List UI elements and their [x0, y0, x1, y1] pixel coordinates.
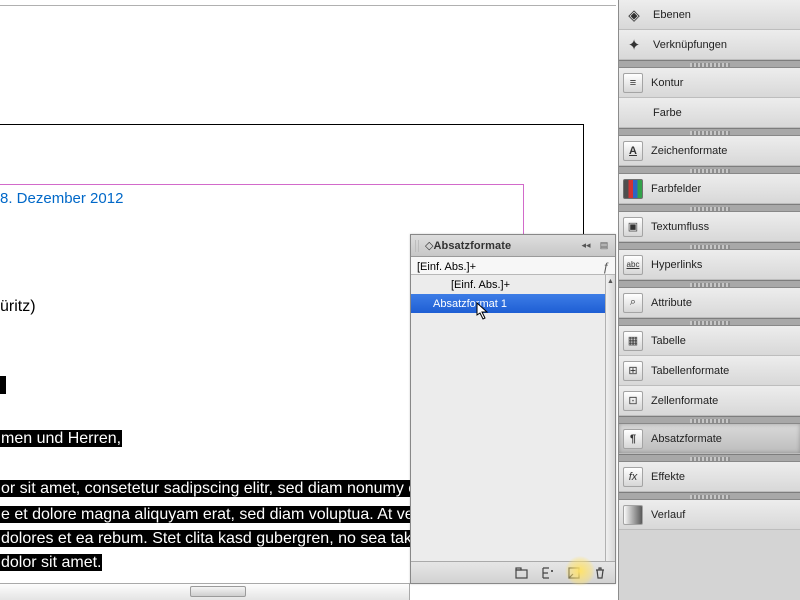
panel-titlebar[interactable]: ◇ Absatzformate ◂◂ ▤ — [411, 235, 615, 257]
text-body-2[interactable]: e et dolore magna aliquyam erat, sed dia… — [0, 506, 442, 524]
dock-item-zeichenformate[interactable]: A Zeichenformate — [619, 136, 800, 166]
panel-title: Absatzformate — [433, 240, 511, 252]
scroll-up-icon[interactable]: ▲ — [606, 275, 615, 287]
dock-item-label: Tabellenformate — [651, 365, 729, 377]
current-style-label: [Einf. Abs.]+ — [417, 261, 476, 273]
dock-item-zellenformate[interactable]: ⊡ Zellenformate — [619, 386, 800, 416]
override-indicator-icon: ƒ — [602, 260, 609, 274]
dock-item-label: Zeichenformate — [651, 145, 727, 157]
dock-item-label: Verlauf — [651, 509, 685, 521]
dock-item-label: Textumfluss — [651, 221, 709, 233]
text-body-3[interactable]: dolores et ea rebum. Stet clita kasd gub… — [0, 530, 443, 548]
dock-item-label: Tabelle — [651, 335, 686, 347]
dock-item-farbfelder[interactable]: Farbfelder — [619, 174, 800, 204]
dock-item-label: Attribute — [651, 297, 692, 309]
panel-collapse-button[interactable]: ◂◂ — [579, 239, 593, 253]
ruler-top — [0, 0, 616, 6]
clear-overrides-button[interactable] — [539, 565, 557, 581]
text-body-4[interactable]: dolor sit amet. — [0, 554, 102, 572]
dock-item-kontur[interactable]: ≡ Kontur — [619, 68, 800, 98]
stroke-icon: ≡ — [623, 73, 643, 93]
tableformats-icon: ⊞ — [623, 361, 643, 381]
dock-item-verlauf[interactable]: Verlauf — [619, 500, 800, 530]
dock-item-farbe[interactable]: Farbe — [619, 98, 800, 128]
dock-group-separator[interactable] — [619, 492, 800, 500]
table-icon: ▦ — [623, 331, 643, 351]
dock-item-textumfluss[interactable]: ▣ Textumfluss — [619, 212, 800, 242]
dock-item-label: Farbe — [653, 107, 682, 119]
dock-group-separator[interactable] — [619, 60, 800, 68]
dock-item-label: Farbfelder — [651, 183, 701, 195]
swatches-icon — [623, 179, 643, 199]
panel-dock: ◈ Ebenen ✦ Verknüpfungen ≡ Kontur Farbe … — [618, 0, 800, 600]
dock-item-attribute[interactable]: ⌕ Attribute — [619, 288, 800, 318]
dock-item-ebenen[interactable]: ◈ Ebenen — [619, 0, 800, 30]
panel-grip-icon[interactable] — [415, 240, 421, 252]
dock-item-tabellenformate[interactable]: ⊞ Tabellenformate — [619, 356, 800, 386]
dock-item-label: Ebenen — [653, 9, 691, 21]
text-body-1[interactable]: or sit amet, consetetur sadipscing elitr… — [0, 480, 440, 498]
panel-current-style: [Einf. Abs.]+ ƒ — [411, 257, 615, 275]
layers-icon: ◈ — [623, 5, 645, 25]
dock-group-separator[interactable] — [619, 166, 800, 174]
text-location[interactable]: üritz) — [0, 298, 36, 316]
date-text[interactable]: 8. Dezember 2012 — [0, 190, 123, 207]
horizontal-scrollbar[interactable] — [0, 583, 410, 600]
list-item-selected[interactable]: Absatzformat 1 — [411, 294, 605, 313]
dock-item-label: Verknüpfungen — [653, 39, 727, 51]
textwrap-icon: ▣ — [623, 217, 643, 237]
cellformats-icon: ⊡ — [623, 391, 643, 411]
dock-group-separator[interactable] — [619, 318, 800, 326]
text-greeting[interactable]: men und Herren, — [0, 430, 122, 448]
panel-menu-button[interactable]: ▤ — [597, 239, 611, 253]
charstyle-icon: A — [623, 141, 643, 161]
attribute-icon: ⌕ — [623, 293, 643, 313]
dock-item-label: Zellenformate — [651, 395, 718, 407]
dock-item-label: Absatzformate — [651, 433, 722, 445]
palette-icon — [623, 103, 645, 123]
dock-item-absatzformate[interactable]: ¶ Absatzformate — [619, 424, 800, 454]
dock-item-hyperlinks[interactable]: abc Hyperlinks — [619, 250, 800, 280]
new-style-button[interactable] — [565, 565, 583, 581]
hyperlinks-icon: abc — [623, 255, 643, 275]
dock-group-separator[interactable] — [619, 454, 800, 462]
panel-footer — [411, 561, 615, 583]
dock-item-tabelle[interactable]: ▦ Tabelle — [619, 326, 800, 356]
hscroll-thumb[interactable] — [190, 586, 246, 597]
dock-item-effekte[interactable]: fx Effekte — [619, 462, 800, 492]
panel-absatzformate[interactable]: ◇ Absatzformate ◂◂ ▤ [Einf. Abs.]+ ƒ [Ei… — [410, 234, 616, 584]
dock-item-label: Effekte — [651, 471, 685, 483]
text-cursor-mark[interactable] — [0, 376, 6, 394]
panel-vscrollbar[interactable]: ▲ — [605, 275, 615, 561]
new-group-button[interactable] — [513, 565, 531, 581]
dock-group-separator[interactable] — [619, 280, 800, 288]
style-list[interactable]: [Einf. Abs.]+ Absatzformat 1 — [411, 275, 605, 561]
dock-group-separator[interactable] — [619, 128, 800, 136]
paragraph-icon: ¶ — [623, 429, 643, 449]
list-item[interactable]: [Einf. Abs.]+ — [411, 275, 605, 294]
dock-item-verkn[interactable]: ✦ Verknüpfungen — [619, 30, 800, 60]
delete-style-button[interactable] — [591, 565, 609, 581]
dock-item-label: Kontur — [651, 77, 683, 89]
dock-group-separator[interactable] — [619, 416, 800, 424]
links-icon: ✦ — [623, 35, 645, 55]
dock-group-separator[interactable] — [619, 204, 800, 212]
gradient-icon — [623, 505, 643, 525]
dock-group-separator[interactable] — [619, 242, 800, 250]
effects-icon: fx — [623, 467, 643, 487]
dock-item-label: Hyperlinks — [651, 259, 702, 271]
